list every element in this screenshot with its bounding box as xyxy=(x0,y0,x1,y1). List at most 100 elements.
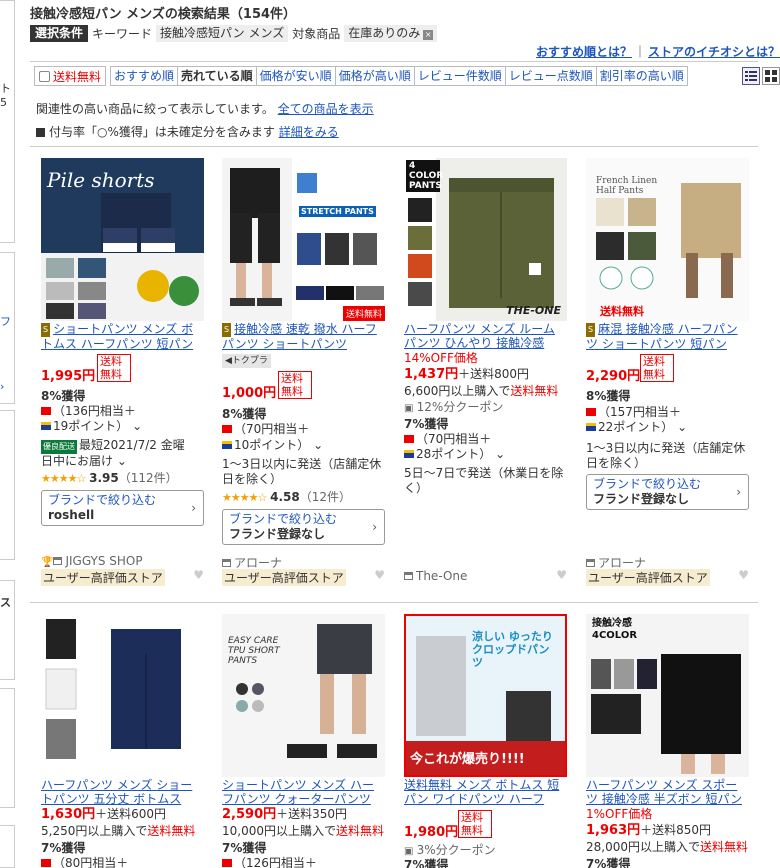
brand-filter-button[interactable]: ブランドで絞り込む フランド登録なし › xyxy=(222,509,385,545)
product-image[interactable]: 接触冷感 4COLOR xyxy=(586,614,749,777)
sidebar-panel xyxy=(0,825,15,868)
free-ship-threshold: 5,250円以上購入で送料無料 xyxy=(41,824,195,838)
high-rated-store-badge: ユーザー高評価ストア xyxy=(41,569,165,586)
price-line: 1,963円＋送料850円 xyxy=(586,823,711,838)
divider xyxy=(30,602,758,603)
product-card[interactable]: STRETCH PANTS 送料無料 S 接触冷感 速乾 撥水 ハーフパンツ ショ… xyxy=(222,158,387,588)
shipping-fee: ＋送料800円 xyxy=(458,367,530,381)
target-chip[interactable]: 在庫ありのみ × xyxy=(344,24,438,42)
heart-icon[interactable]: ♥ xyxy=(738,568,749,582)
product-name-link[interactable]: S 接触冷感 速乾 撥水 ハーフパンツ ショートパンツ xyxy=(222,322,385,350)
price-line: 1,630円＋送料600円 xyxy=(41,807,166,822)
product-image[interactable]: French Linen Half Pants 送料無料 xyxy=(586,158,749,321)
high-rated-store-badge: ユーザー高評価ストア xyxy=(222,569,346,586)
product-card[interactable]: 涼しい ゆったり クロップドパンツ 今これが爆売り!!!! 送料無料 メンズ ボ… xyxy=(404,614,569,868)
heart-icon[interactable]: ♥ xyxy=(556,568,567,582)
sort-tab-review-score[interactable]: レビュー点数順 xyxy=(505,66,597,86)
points-line-2[interactable]: 19ポイント） ⌄ xyxy=(41,419,142,433)
points-line-2[interactable]: 10ポイント） ⌄ xyxy=(222,438,323,452)
sort-bar: 送料無料 おすすめ順 売れている順 価格が安い順 価格が高い順 レビュー件数順 … xyxy=(34,66,688,86)
show-all-products-link[interactable]: 全ての商品を表示 xyxy=(278,102,374,116)
grid-view-button[interactable] xyxy=(762,67,780,85)
close-icon[interactable]: × xyxy=(423,29,434,40)
product-name-link[interactable]: S ショートパンツ メンズ ボトムス ハーフパンツ 短パン xyxy=(41,322,204,350)
sort-tab-discount[interactable]: 割引率の高い順 xyxy=(596,66,688,86)
free-shipping-filter[interactable]: 送料無料 xyxy=(34,66,107,86)
coupon-line[interactable]: ▣ 3%分クーポン xyxy=(404,843,496,859)
product-name: 接触冷感 速乾 撥水 ハーフパンツ ショートパンツ xyxy=(222,322,377,350)
sort-tab-best-selling[interactable]: 売れている順 xyxy=(178,66,257,86)
product-name-link[interactable]: ハーフパンツ メンズ ルームパンツ ひんやり 接触冷感 xyxy=(404,322,567,350)
product-card[interactable]: Pile shorts S ショートパンツ メンズ ボトムス ハーフパンツ 短パン… xyxy=(41,158,206,588)
chevron-right-icon: › xyxy=(372,520,377,534)
product-image[interactable]: 4 COLOR PANTS THE-ONE xyxy=(404,158,567,321)
promo-line: ◀トクプラ xyxy=(222,352,271,368)
product-card[interactable]: French Linen Half Pants 送料無料 S 麻混 接触冷感 ハー… xyxy=(586,158,751,588)
image-ship-badge: 送料無料 xyxy=(342,306,385,321)
points-line-2[interactable]: 28ポイント） ⌄ xyxy=(404,447,505,461)
sidebar-chevron[interactable]: › xyxy=(0,380,4,393)
chevron-right-icon: › xyxy=(736,485,741,499)
view-toggle xyxy=(742,67,780,85)
image-caption: French Linen Half Pants xyxy=(596,176,658,196)
heart-icon[interactable]: ♥ xyxy=(374,568,385,582)
delivery-line: 優良配送 最短2021/7/2 金曜 xyxy=(41,438,185,454)
product-image[interactable]: STRETCH PANTS 送料無料 xyxy=(222,158,385,321)
product-name-link[interactable]: S 麻混 接触冷感 ハーフパンツ ショートパンツ 短パン xyxy=(586,322,749,350)
product-image[interactable]: Pile shorts xyxy=(41,158,204,321)
product-price: 1,437円 xyxy=(404,367,459,382)
product-name-link[interactable]: ハーフパンツ メンズ スポーツ 接触冷感 半ズボン 短パン xyxy=(586,778,749,806)
recommend-order-help-link[interactable]: おすすめ順とは？ xyxy=(536,45,632,59)
product-name-link[interactable]: ショートパンツ メンズ ハーフパンツ クォーターパンツ xyxy=(222,778,385,806)
product-image[interactable]: EASY CARE TPU SHORT PANTS xyxy=(222,614,385,777)
product-name-link[interactable]: 送料無料 メンズ ボトムス 短パン ワイドパンツ ハーフ xyxy=(404,778,567,806)
list-view-button[interactable] xyxy=(742,67,760,85)
points-line-1: （80円相当＋ xyxy=(41,856,128,868)
sort-tab-price-high[interactable]: 価格が高い順 xyxy=(335,66,415,86)
heart-icon[interactable]: ♥ xyxy=(193,568,204,582)
store-name-text: アローナ xyxy=(598,556,647,570)
points-line-2[interactable]: 22ポイント） ⌄ xyxy=(586,420,687,434)
product-image[interactable] xyxy=(41,614,204,777)
store-pick-help-link[interactable]: ストアのイチオシとは？ xyxy=(648,45,780,59)
product-card[interactable]: EASY CARE TPU SHORT PANTS ショートパンツ メンズ ハー… xyxy=(222,614,387,868)
points-line-1: （136円相当＋ xyxy=(41,404,136,418)
discount-label: 14%OFF価格 xyxy=(404,351,478,365)
product-image[interactable]: 涼しい ゆったり クロップドパンツ 今これが爆売り!!!! xyxy=(404,614,567,777)
keyword-chip[interactable]: 接触冷感短パン メンズ xyxy=(156,24,289,42)
delivery-line-2: く） xyxy=(404,481,429,495)
product-card[interactable]: 4 COLOR PANTS THE-ONE ハーフパンツ メンズ ルームパンツ … xyxy=(404,158,569,588)
page-title: 接触冷感短パン メンズの検索結果（154件） xyxy=(30,7,297,22)
points-value: 19ポイント） xyxy=(53,419,129,433)
coupon-icon: ▣ xyxy=(404,403,417,414)
shipping-fee: ＋送料350円 xyxy=(276,807,348,821)
details-link[interactable]: 詳細をみる xyxy=(279,125,339,139)
points-value: 28ポイント） xyxy=(416,447,492,461)
product-card[interactable]: 接触冷感 4COLOR ハーフパンツ メンズ スポーツ 接触冷感 半ズボン 短パ… xyxy=(586,614,751,868)
sort-tab-price-low[interactable]: 価格が安い順 xyxy=(256,66,336,86)
product-name-link[interactable]: ハーフパンツ メンズ ショートパンツ 五分丈 ボトムス xyxy=(41,778,204,806)
sidebar-char[interactable]: フ xyxy=(0,313,11,329)
store-name[interactable]: The-One xyxy=(404,569,467,583)
sort-tab-review-count[interactable]: レビュー件数順 xyxy=(414,66,506,86)
target-chip-label: 在庫ありのみ xyxy=(348,25,421,40)
earn-rate-note-text: 付与率「○%獲得」は未確定分を含みます xyxy=(49,125,275,139)
review-count: （112件） xyxy=(118,471,178,485)
delivery-line-2[interactable]: 日中にお届け ⌄ xyxy=(41,454,127,468)
store-name[interactable]: 🏆 JIGGYS SHOP xyxy=(41,554,143,568)
image-ship-badge: 送料無料 xyxy=(600,305,644,318)
sort-tab-recommended[interactable]: おすすめ順 xyxy=(110,66,179,86)
coupon-line[interactable]: ▣ 12%分クーポン xyxy=(404,400,503,416)
target-label: 対象商品 xyxy=(292,26,341,41)
sidebar-panel xyxy=(0,0,15,243)
brand-filter-button[interactable]: ブランドで絞り込む roshell › xyxy=(41,490,204,526)
product-card[interactable]: ハーフパンツ メンズ ショートパンツ 五分丈 ボトムス 1,630円＋送料600… xyxy=(41,614,206,868)
image-caption: STRETCH PANTS xyxy=(299,206,376,217)
rating[interactable]: ★★★★☆ 3.95（112件） xyxy=(41,471,178,486)
brand-filter-button[interactable]: ブランドで絞り込む フランド登録なし › xyxy=(586,474,749,510)
checkbox-icon[interactable] xyxy=(39,70,50,82)
rating[interactable]: ★★★★☆ 4.58（12件） xyxy=(222,490,351,505)
delivery-line: 5日〜7日で発送（休業日を除 xyxy=(404,466,564,480)
points-value: （80円相当＋ xyxy=(53,856,129,868)
divider xyxy=(30,61,758,62)
